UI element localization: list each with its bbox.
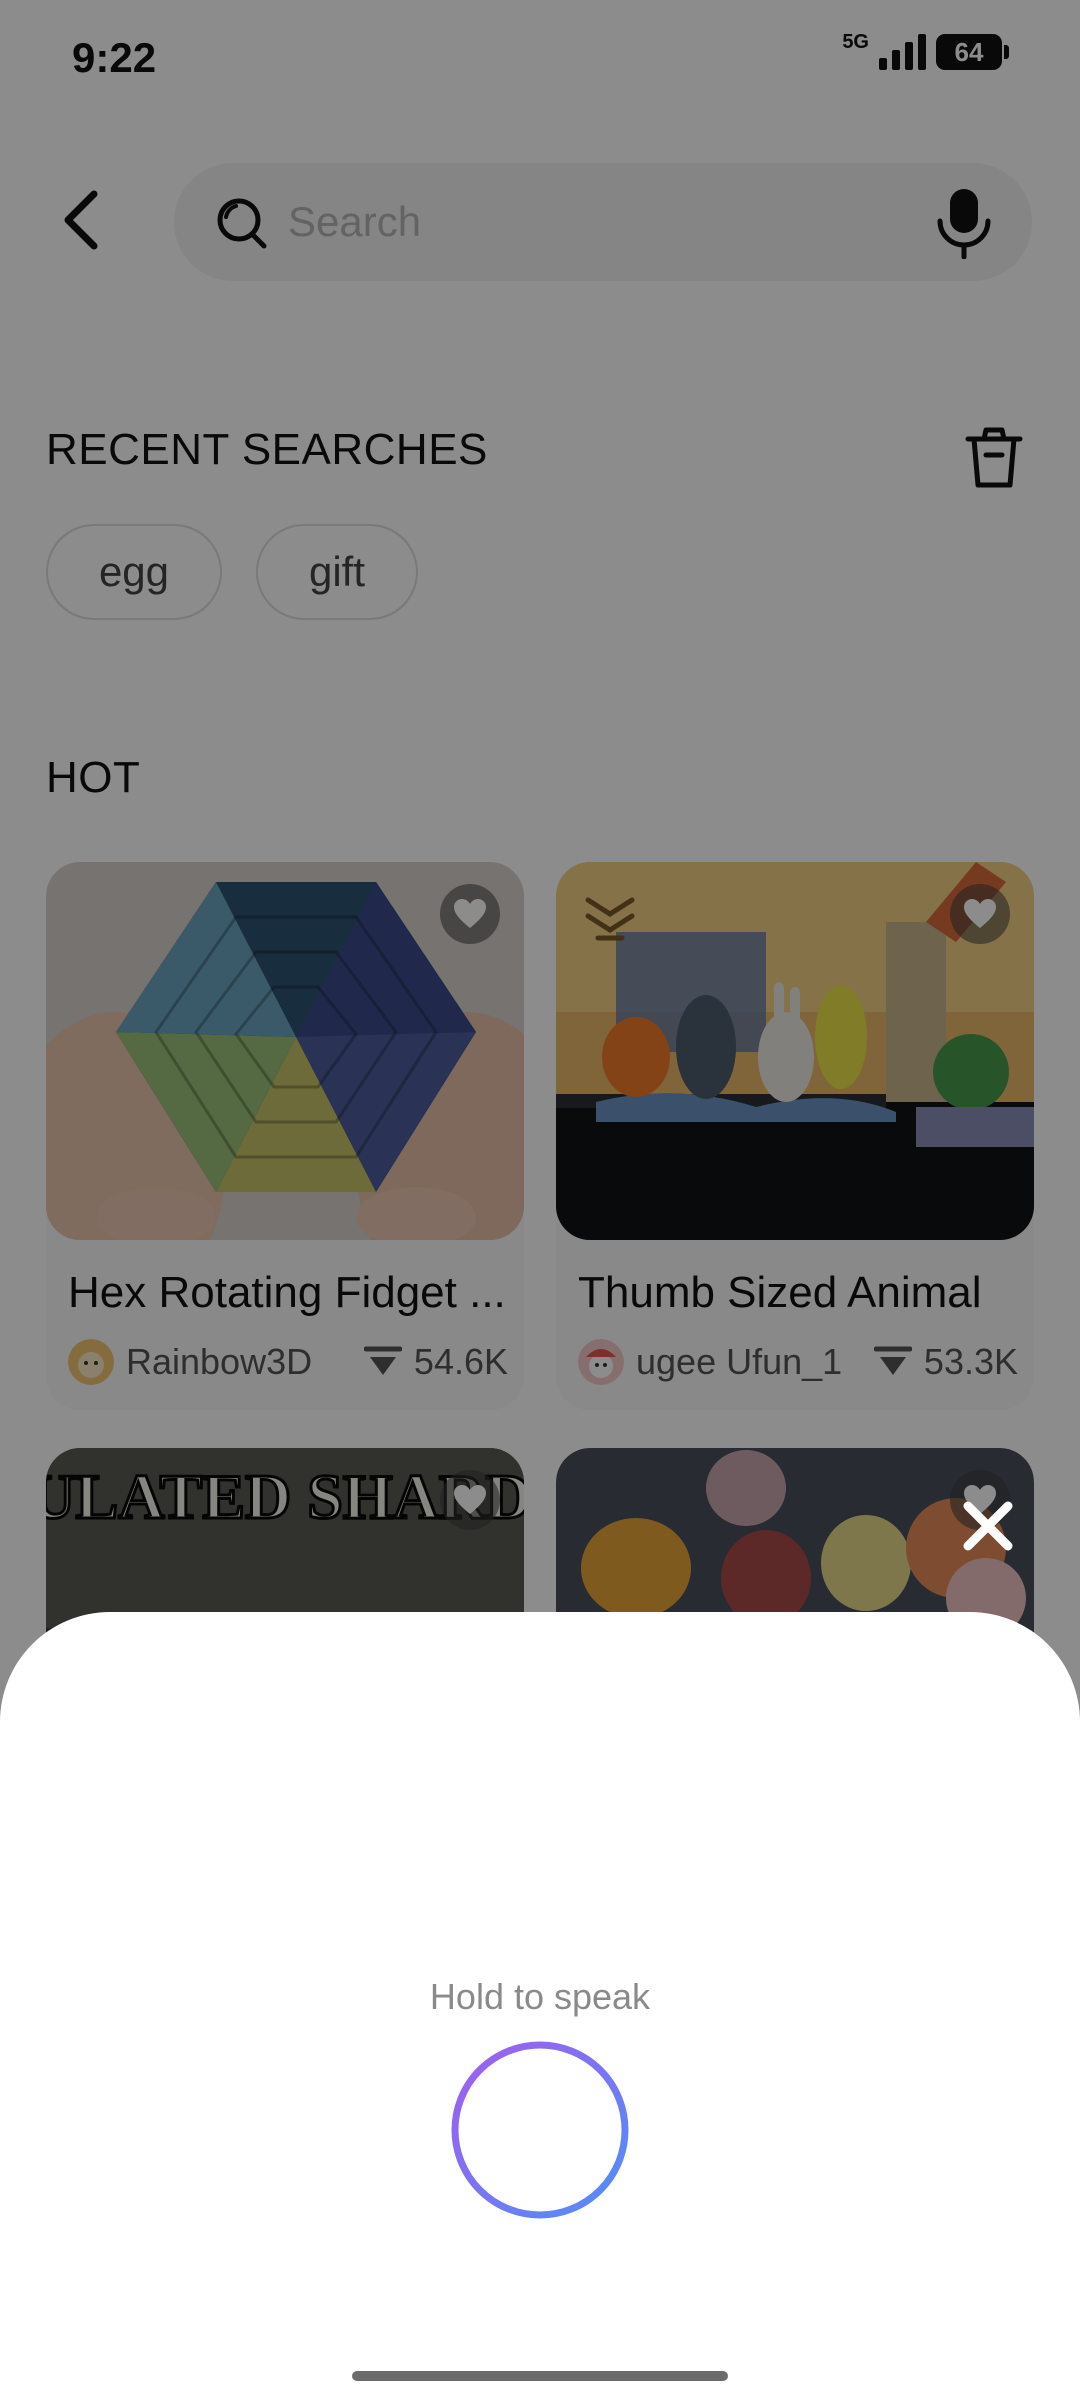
close-icon (963, 1501, 1013, 1551)
hold-to-speak-button[interactable] (450, 2040, 630, 2220)
hold-to-speak-label: Hold to speak (429, 1976, 651, 2017)
home-indicator (352, 2371, 728, 2381)
close-button[interactable] (956, 1494, 1020, 1558)
voice-wave-icon (451, 2041, 629, 2219)
